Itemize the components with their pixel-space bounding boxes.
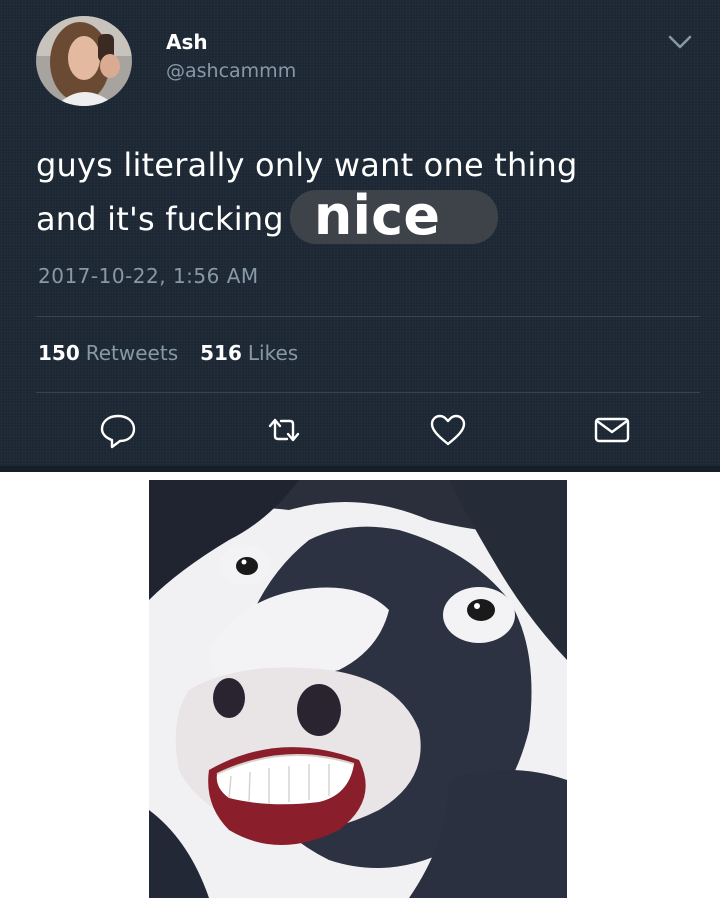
user-handle[interactable]: @ashcammm bbox=[166, 60, 296, 82]
avatar[interactable] bbox=[36, 16, 132, 106]
tweet-text: guys literally only want one thing and i… bbox=[36, 140, 696, 244]
likes-label[interactable]: Likes bbox=[248, 341, 298, 365]
divider bbox=[36, 316, 700, 317]
highlight-word: nice bbox=[289, 189, 499, 244]
cow-photo bbox=[149, 480, 567, 898]
reply-icon[interactable] bbox=[96, 408, 140, 452]
retweets-count[interactable]: 150 bbox=[38, 341, 80, 365]
tweet-stats: 150 Retweets 516 Likes bbox=[38, 341, 298, 365]
divider bbox=[36, 392, 700, 393]
tweet-text-line-2-text: and it's fucking bbox=[36, 200, 284, 238]
retweet-icon[interactable] bbox=[262, 408, 306, 452]
display-name[interactable]: Ash bbox=[166, 30, 208, 54]
bottom-strip bbox=[0, 466, 720, 472]
chevron-down-icon[interactable] bbox=[662, 28, 698, 56]
tweet-text-line-1: guys literally only want one thing bbox=[36, 146, 578, 184]
tweet-card: Ash @ashcammm guys literally only want o… bbox=[0, 0, 720, 472]
message-icon[interactable] bbox=[590, 408, 634, 452]
tweet-text-line-2: and it's fucking nice bbox=[36, 189, 696, 244]
like-icon[interactable] bbox=[426, 408, 470, 452]
retweets-label[interactable]: Retweets bbox=[86, 341, 178, 365]
likes-count[interactable]: 516 bbox=[200, 341, 242, 365]
tweet-timestamp[interactable]: 2017-10-22, 1:56 AM bbox=[38, 264, 259, 288]
